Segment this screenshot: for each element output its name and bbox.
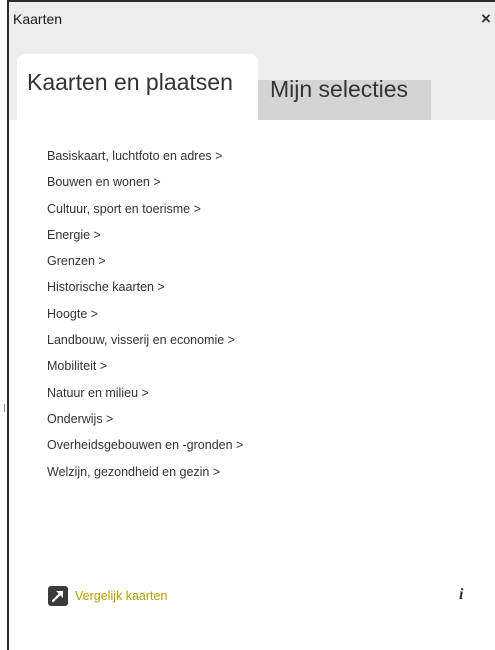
- tab-mijn-selecties-label: Mijn selecties: [270, 76, 409, 102]
- category-item[interactable]: Bouwen en wonen >: [47, 172, 243, 198]
- category-item[interactable]: Hoogte >: [47, 304, 243, 330]
- category-item[interactable]: Onderwijs >: [47, 409, 243, 435]
- category-item[interactable]: Energie >: [47, 225, 243, 251]
- category-item[interactable]: Natuur en milieu >: [47, 383, 243, 409]
- category-item[interactable]: Cultuur, sport en toerisme >: [47, 199, 243, 225]
- category-item[interactable]: Overheidsgebouwen en -gronden >: [47, 435, 243, 461]
- gutter-mark: [4, 404, 5, 412]
- panel-title: Kaarten: [13, 11, 63, 27]
- category-item[interactable]: Basiskaart, luchtfoto en adres >: [47, 146, 243, 172]
- panel-header: Kaarten ×: [9, 0, 495, 40]
- arrow-up-right-icon: [48, 586, 68, 606]
- category-item[interactable]: Welzijn, gezondheid en gezin >: [47, 462, 243, 488]
- category-item[interactable]: Grenzen >: [47, 251, 243, 277]
- category-item[interactable]: Mobiliteit >: [47, 356, 243, 382]
- compare-maps-label: Vergelijk kaarten: [75, 589, 168, 603]
- category-item[interactable]: Historische kaarten >: [47, 277, 243, 303]
- tab-mijn-selecties[interactable]: Mijn selecties: [258, 76, 431, 120]
- compare-maps-link[interactable]: Vergelijk kaarten: [48, 585, 167, 607]
- category-item[interactable]: Landbouw, visserij en economie >: [47, 330, 243, 356]
- info-icon[interactable]: i: [459, 586, 463, 604]
- close-icon[interactable]: ×: [481, 9, 495, 29]
- category-list: Basiskaart, luchtfoto en adres > Bouwen …: [47, 146, 243, 488]
- left-gutter: [0, 0, 7, 650]
- tab-kaarten-en-plaatsen[interactable]: Kaarten en plaatsen: [17, 54, 258, 120]
- maps-panel: Kaarten × Kaarten en plaatsen Mijn selec…: [7, 0, 495, 650]
